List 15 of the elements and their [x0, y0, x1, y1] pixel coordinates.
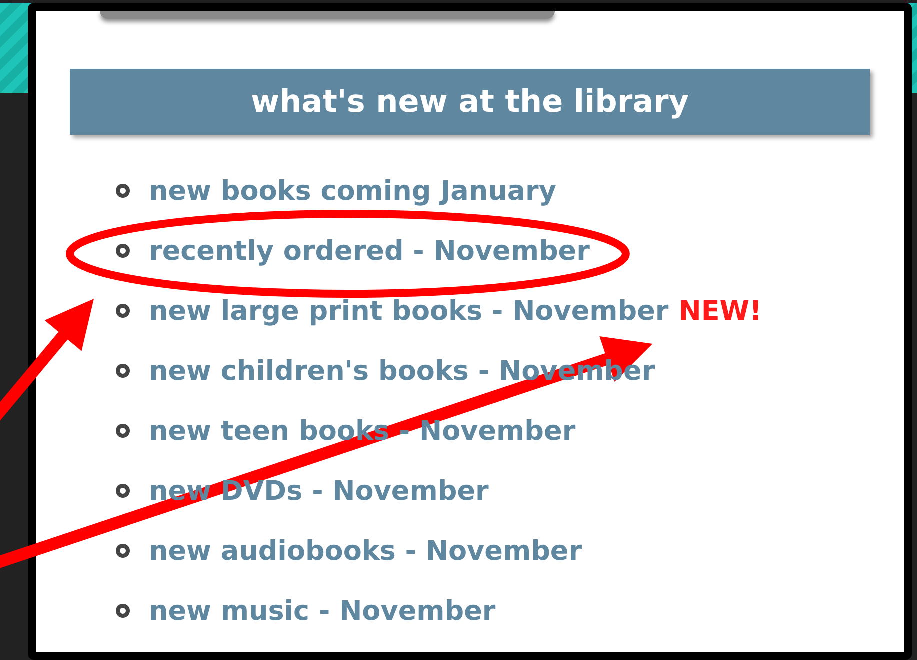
news-link[interactable]: new music - November [149, 596, 496, 626]
bullet-icon [116, 364, 130, 378]
new-label: NEW! [678, 296, 762, 326]
bullet-icon [116, 484, 130, 498]
news-link[interactable]: new large print books - November [149, 296, 669, 326]
section-heading: what's new at the library [70, 69, 870, 135]
bullet-icon [116, 304, 130, 318]
bullet-icon [116, 544, 130, 558]
news-link[interactable]: recently ordered - November [149, 236, 590, 266]
news-link[interactable]: new audiobooks - November [149, 536, 582, 566]
bullet-icon [116, 184, 130, 198]
bullet-icon [116, 604, 130, 618]
bullet-icon [116, 424, 130, 438]
news-link[interactable]: new books coming January [149, 176, 556, 206]
bullet-icon [116, 244, 130, 258]
